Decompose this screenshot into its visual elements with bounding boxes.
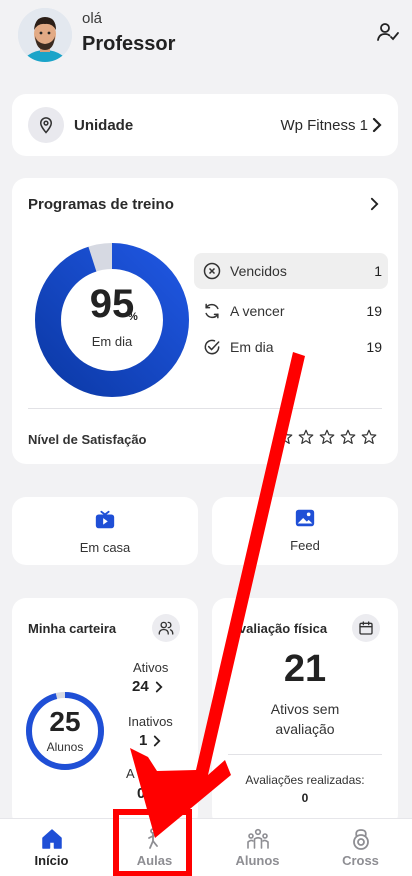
wallet-title: Minha carteira [28,621,117,636]
shortcut-em-casa[interactable]: Em casa [12,497,198,565]
tv-play-icon [94,509,116,531]
home-icon [40,827,64,851]
wallet-expiring-label: A vencer [126,766,177,781]
assessment-count: 21 [283,648,327,690]
chevron-right-icon[interactable] [368,196,380,212]
wallet-active-label: Ativos [133,660,169,675]
stat-expired[interactable]: Vencidos 1 [194,253,388,289]
unit-selector[interactable]: Unidade Wp Fitness 1 [12,94,398,156]
greeting-text: olá [82,10,103,27]
divider [228,754,382,755]
satisfaction-stars [276,428,378,446]
chevron-right-icon [154,735,161,746]
wallet-card[interactable]: Minha carteira 25 Alunos Ativos 24 Inati… [12,598,198,828]
unit-value: Wp Fitness 1 [280,117,368,134]
x-circle-icon [202,261,222,281]
star-icon [339,428,357,446]
assessment-caption-line2: avaliação [275,721,335,737]
wallet-active-value[interactable]: 24 [132,678,163,695]
nav-item-cross[interactable]: Cross [309,819,412,876]
physical-assessment-card[interactable]: Avaliação física 21 Ativos sem avaliação… [212,598,398,828]
refresh-icon [202,301,222,321]
training-programs-card: Programas de treino 95 % Em dia Vencidos… [12,178,398,464]
satisfaction-label: Nível de Satisfação [28,432,147,447]
unit-label: Unidade [74,117,134,134]
bottom-navigation: Início Aulas Alunos Cross [0,818,412,876]
shortcut-label: Em casa [79,540,131,555]
chevron-right-icon [370,116,384,134]
nav-label: Alunos [235,853,280,868]
kettlebell-icon [349,827,373,851]
stat-up-to-date[interactable]: Em dia 19 [194,329,388,365]
nav-label: Início [34,853,69,868]
calendar-icon [352,614,380,642]
wallet-inactive-value[interactable]: 1 [139,732,161,749]
stat-value: 19 [366,303,382,319]
students-total: 25 [49,706,81,737]
nav-item-alunos[interactable]: Alunos [206,819,309,876]
star-icon [297,428,315,446]
star-icon [318,428,336,446]
programs-percent-symbol: % [128,311,138,323]
nav-item-aulas[interactable]: Aulas [103,819,206,876]
nav-item-inicio[interactable]: Início [0,819,103,876]
wallet-inactive-label: Inativos [128,714,173,729]
map-pin-icon [28,107,64,143]
assessments-done-label: Avaliações realizadas: [245,773,365,787]
assessment-caption-line1: Ativos sem [270,701,340,717]
users-icon [152,614,180,642]
programs-percent-label: Em dia [91,334,133,349]
programs-percent: 95 [89,282,135,326]
stat-label: Vencidos [230,263,287,279]
user-name: Professor [82,33,176,55]
assessments-done-value: 0 [301,791,309,805]
assessment-title: Avaliação física [230,621,328,636]
wallet-expiring-value[interactable]: 0 [137,785,159,802]
person-check-icon[interactable] [374,18,402,46]
chevron-right-icon [152,788,159,799]
shortcut-label: Feed [290,538,320,553]
divider [28,408,382,409]
chevron-right-icon [155,681,163,692]
stat-expiring[interactable]: A vencer 19 [194,293,388,329]
star-icon [276,428,294,446]
check-circle-icon [202,337,222,357]
avatar[interactable] [18,8,72,62]
nav-label: Aulas [136,853,173,868]
stat-label: Em dia [230,339,274,355]
star-icon [360,428,378,446]
stat-value: 19 [366,339,382,355]
students-label: Alunos [46,740,84,754]
dance-class-icon [143,827,167,851]
shortcut-feed[interactable]: Feed [212,497,398,565]
programs-title: Programas de treino [28,196,174,213]
students-icon [246,827,270,851]
image-icon [294,507,316,529]
nav-label: Cross [342,853,379,868]
stat-value: 1 [374,263,382,279]
stat-label: A vencer [230,303,285,319]
